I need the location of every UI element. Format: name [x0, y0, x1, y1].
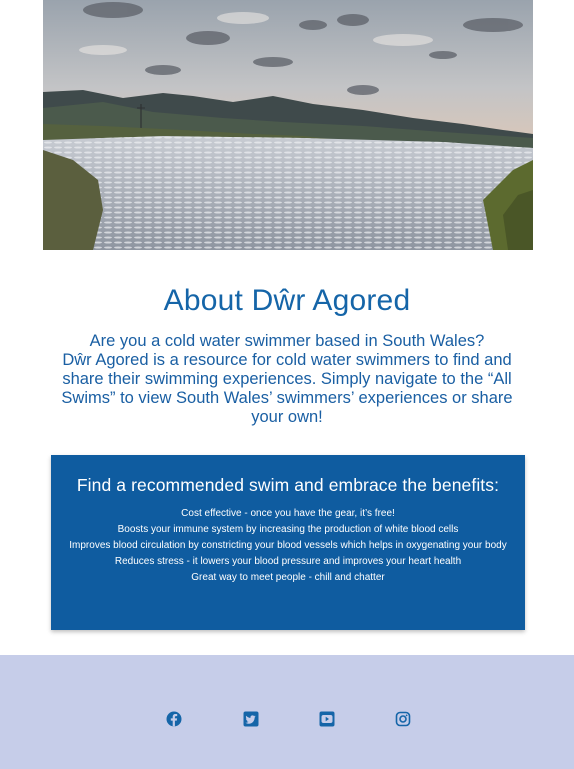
benefit-item: Improves blood circulation by constricti… — [69, 540, 507, 551]
twitter-icon[interactable] — [243, 711, 259, 727]
benefits-list: Cost effective - once you have the gear,… — [69, 506, 507, 586]
instagram-icon[interactable] — [395, 711, 411, 727]
footer — [0, 655, 574, 769]
about-text: Are you a cold water swimmer based in So… — [44, 332, 530, 427]
hero-image — [43, 0, 533, 250]
about-title: About Dŵr Agored — [163, 284, 411, 317]
youtube-icon[interactable] — [319, 711, 335, 727]
benefit-item: Boosts your immune system by increasing … — [117, 524, 459, 535]
benefit-item: Reduces stress - it lowers your blood pr… — [114, 556, 462, 567]
benefits-title: Find a recommended swim and embrace the … — [76, 475, 500, 495]
about-intro: Are you a cold water swimmer based in So… — [89, 332, 485, 350]
facebook-icon[interactable] — [166, 711, 182, 727]
benefits-card: Find a recommended swim and embrace the … — [51, 455, 525, 630]
benefit-item: Cost effective - once you have the gear,… — [181, 508, 395, 519]
benefit-item: Great way to meet people - chill and cha… — [191, 572, 385, 583]
about-description: Dŵr Agored is a resource for cold water … — [61, 351, 513, 426]
